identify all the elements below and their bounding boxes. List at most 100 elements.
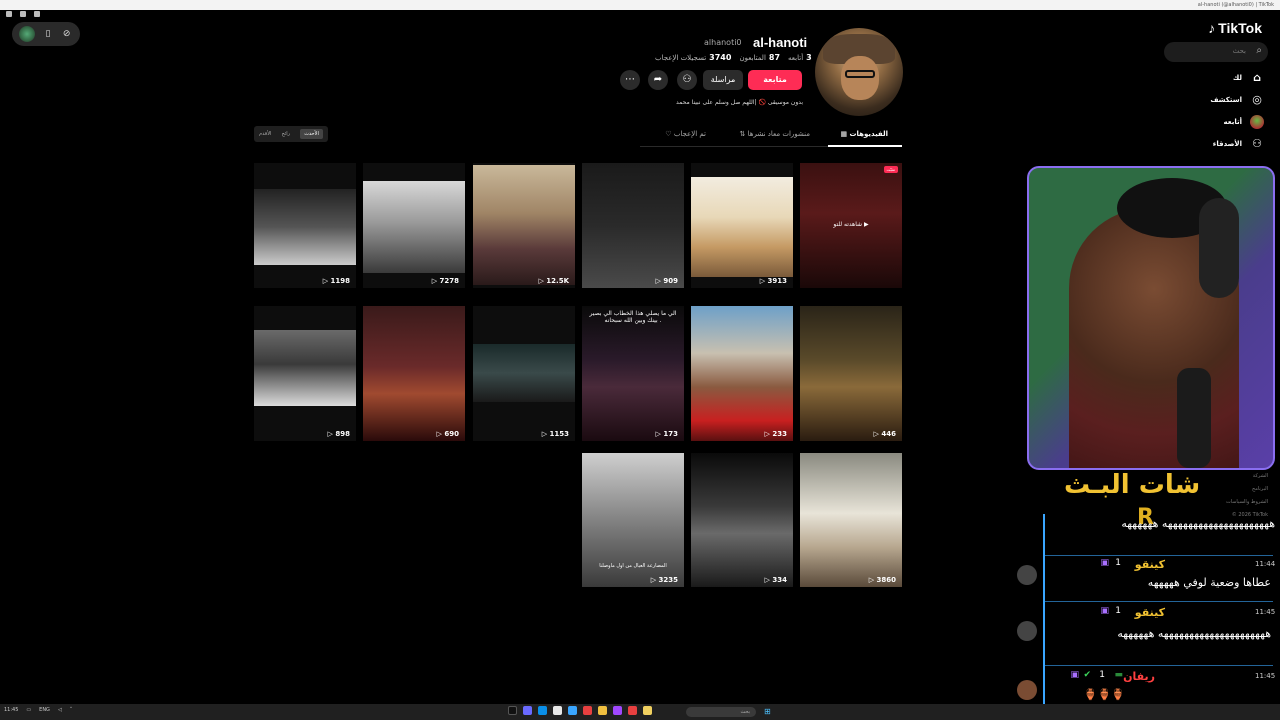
- avatar-glasses: [845, 70, 875, 78]
- video-thumbnail: [363, 181, 465, 273]
- chat-time: 11:45: [1255, 608, 1276, 616]
- follow-button[interactable]: متابعة: [748, 70, 802, 90]
- chrome-app-icon[interactable]: [598, 706, 607, 715]
- app-icon[interactable]: [568, 706, 577, 715]
- app-icon[interactable]: [553, 706, 562, 715]
- twitch-badge-icon: ▣: [1100, 606, 1109, 616]
- video-card[interactable]: ▷ 3913: [691, 163, 793, 288]
- check-badge-icon: ✔: [1083, 670, 1091, 680]
- browser-tab-controls[interactable]: [6, 2, 86, 17]
- taskbar-search[interactable]: بحث: [686, 707, 756, 717]
- chat-avatar: [1017, 565, 1037, 585]
- video-card[interactable]: ▷ 233: [691, 306, 793, 441]
- video-thumbnail: [582, 163, 684, 288]
- video-card[interactable]: ▷ 7278: [363, 163, 465, 288]
- following-avatar-icon: [1250, 115, 1264, 129]
- microphone-icon: [1177, 368, 1211, 468]
- phone-icon[interactable]: ▯: [42, 28, 54, 40]
- tab-reposts[interactable]: ⇅ منشورات معاد نشرها: [740, 130, 810, 138]
- user-avatar-icon[interactable]: [19, 26, 36, 42]
- video-card[interactable]: ▷ 1198: [254, 163, 356, 288]
- more-options-icon[interactable]: ⋯: [620, 70, 640, 90]
- footer-link[interactable]: البرنامج: [1226, 483, 1268, 496]
- search-icon[interactable]: ⌕: [1256, 45, 1262, 56]
- video-card[interactable]: ▷ 3860: [800, 453, 902, 587]
- video-card-pinned[interactable]: مثبّت شاهدته للتو ▶: [800, 163, 902, 288]
- chat-username[interactable]: كينقو: [1135, 558, 1165, 571]
- sort-oldest[interactable]: الأقدم: [259, 131, 271, 137]
- folder-app-icon[interactable]: [643, 706, 652, 715]
- profile-bio: بدون موسيقى 🚫 |اللهم صل وسلم على نبينا م…: [676, 99, 804, 106]
- sidebar-item-for-you[interactable]: لك ⌂: [1233, 70, 1264, 86]
- view-count: ▷ 1153: [541, 430, 569, 438]
- tab-liked[interactable]: ♡ تم الإعجاب: [665, 130, 706, 138]
- heart-icon: ♡: [665, 130, 672, 138]
- streamer-webcam: [1027, 166, 1275, 470]
- profile-avatar[interactable]: [815, 28, 903, 116]
- display-icon[interactable]: ▭: [26, 707, 31, 713]
- windows-start-icon[interactable]: ⊞: [764, 707, 774, 717]
- language-indicator[interactable]: ENG: [39, 707, 50, 713]
- overlay-controls[interactable]: ▯ ⊘: [12, 22, 80, 46]
- video-card[interactable]: الي ما يصلي هذا الخطاب الي بصير بينك وبي…: [582, 306, 684, 441]
- share-icon[interactable]: ➦: [648, 70, 668, 90]
- video-thumbnail: [473, 344, 575, 402]
- chat-username[interactable]: ريفان: [1123, 670, 1155, 683]
- view-count: ▷ 909: [655, 277, 678, 285]
- system-tray[interactable]: 11:45 ▭ ENG ◁ ˄: [4, 707, 72, 713]
- sidebar-item-following[interactable]: أتابعه: [1224, 114, 1264, 130]
- footer-link[interactable]: الشركة: [1226, 470, 1268, 483]
- video-card[interactable]: ▷ 1153: [473, 306, 575, 441]
- discord-app-icon[interactable]: [523, 706, 532, 715]
- sort-toggle[interactable]: الأقدم رائج الأحدث: [254, 126, 328, 142]
- compass-icon: ◎: [1252, 93, 1262, 106]
- chat-message-text: هههههههههههههههههههههه ههههههه: [1121, 517, 1275, 530]
- footer-link[interactable]: الشروط والسياسات: [1226, 496, 1268, 509]
- sub-badge: 1: [1099, 670, 1105, 680]
- chat-avatar: [1017, 680, 1037, 700]
- sidebar-item-label: أتابعه: [1223, 118, 1242, 126]
- video-card[interactable]: ▷ 898: [254, 306, 356, 441]
- clock[interactable]: 11:45: [4, 707, 18, 713]
- video-card[interactable]: ▷ 909: [582, 163, 684, 288]
- stat-following[interactable]: 3أتابعه: [788, 53, 812, 62]
- video-thumbnail: [800, 306, 902, 441]
- tab-videos[interactable]: ▦ الفيديوهات: [840, 130, 888, 138]
- video-thumbnail: [363, 306, 465, 441]
- view-count: ▷ 1198: [322, 277, 350, 285]
- block-icon[interactable]: ⊘: [61, 28, 73, 40]
- search-input[interactable]: بحث ⌕: [1164, 42, 1268, 62]
- add-friend-icon[interactable]: ⚇: [677, 70, 697, 90]
- app-icon[interactable]: [583, 706, 592, 715]
- video-card[interactable]: ▷ 334: [691, 453, 793, 587]
- stat-followers[interactable]: 87المتابعون: [739, 53, 780, 62]
- video-thumbnail: [582, 306, 684, 441]
- profile-tabs: ▦ الفيديوهات ⇅ منشورات معاد نشرها ♡ تم ا…: [640, 125, 902, 147]
- grid-icon: ▦: [840, 130, 848, 138]
- sidebar-item-friends[interactable]: الأصدقاء ⚇: [1213, 136, 1264, 152]
- video-card[interactable]: المصارعة العيال من اول ماوصلنا ▷ 3235: [582, 453, 684, 587]
- tiktok-app-icon[interactable]: [508, 706, 517, 715]
- chat-time: 11:44: [1255, 560, 1276, 568]
- message-button[interactable]: مراسلة: [703, 70, 743, 90]
- video-card[interactable]: ▷ 690: [363, 306, 465, 441]
- sort-latest[interactable]: الأحدث: [300, 129, 323, 139]
- chat-username[interactable]: كينقو: [1135, 606, 1165, 619]
- search-placeholder: بحث: [1232, 47, 1246, 55]
- chat-separator: [1045, 665, 1273, 666]
- sidebar-item-explore[interactable]: استكشف ◎: [1210, 92, 1264, 108]
- sub-badge: 1: [1115, 558, 1121, 568]
- video-thumbnail: [254, 189, 356, 265]
- obs-app-icon[interactable]: [628, 706, 637, 715]
- volume-icon[interactable]: ◁: [58, 707, 62, 713]
- video-card[interactable]: ▷ 12.5K: [473, 163, 575, 288]
- chevron-up-icon[interactable]: ˄: [70, 707, 73, 713]
- sort-popular[interactable]: رائج: [282, 131, 290, 137]
- tiktok-logo[interactable]: ♪ TikTok: [1208, 20, 1262, 36]
- chat-message: 11:45 ▣ 1 كينقو هههههههههههههههههههههه ه…: [1055, 606, 1275, 666]
- view-count: ▷ 446: [873, 430, 896, 438]
- twitch-app-icon[interactable]: [613, 706, 622, 715]
- view-count: ▷ 12.5K: [538, 277, 569, 285]
- edge-app-icon[interactable]: [538, 706, 547, 715]
- video-card[interactable]: ▷ 446: [800, 306, 902, 441]
